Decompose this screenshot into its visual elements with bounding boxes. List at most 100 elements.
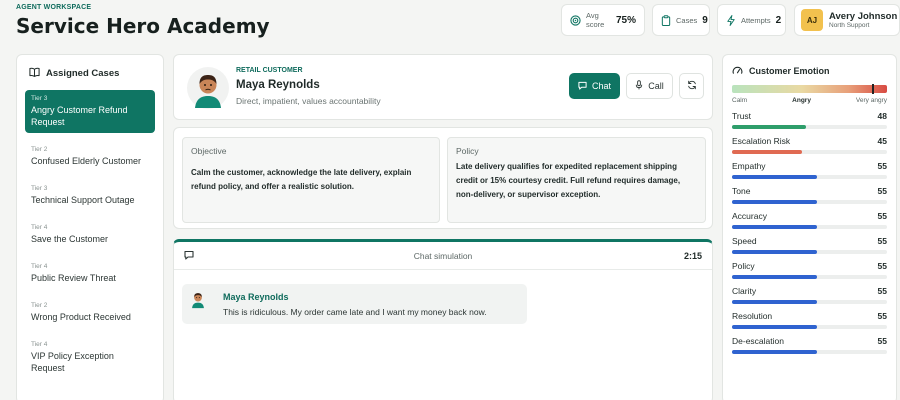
metric-fill xyxy=(732,150,802,154)
chat-header: Chat simulation 2:15 xyxy=(174,242,712,270)
metric-track xyxy=(732,125,887,129)
case-item[interactable]: Tier 4 Save the Customer xyxy=(25,219,155,250)
metric-fill xyxy=(732,125,807,129)
customer-type: RETAIL CUSTOMER xyxy=(236,67,303,74)
metric-track xyxy=(732,250,887,254)
metric-value: 55 xyxy=(877,236,887,246)
metric-fill xyxy=(732,250,818,254)
metric-track xyxy=(732,350,887,354)
profile-team: North Support xyxy=(829,22,870,29)
assigned-cases-title: Assigned Cases xyxy=(46,68,120,79)
case-brief-panel: Objective Calm the customer, acknowledge… xyxy=(173,127,713,229)
case-item[interactable]: Tier 2 Confused Elderly Customer xyxy=(25,141,155,172)
metric-track xyxy=(732,175,887,179)
metric-track xyxy=(732,300,887,304)
avg-score-stat: Avg score 75% xyxy=(561,4,645,36)
case-title: Confused Elderly Customer xyxy=(31,156,142,166)
emotion-metric: Speed 55 xyxy=(732,236,887,254)
metric-fill xyxy=(732,225,818,229)
case-title: Angry Customer Refund Request xyxy=(31,105,128,127)
message-text: This is ridiculous. My order came late a… xyxy=(223,307,487,317)
scale-low: Calm xyxy=(732,97,748,104)
chat-message: Maya Reynolds This is ridiculous. My ord… xyxy=(182,284,527,324)
user-profile[interactable]: AJ Avery Johnson North Support xyxy=(794,4,900,36)
case-tier: Tier 2 xyxy=(31,302,48,309)
case-item[interactable]: Tier 4 VIP Policy Exception Request xyxy=(25,336,155,379)
case-tier: Tier 3 xyxy=(31,185,48,192)
customer-description: Direct, impatient, values accountability xyxy=(236,96,381,106)
metric-value: 45 xyxy=(877,136,887,146)
case-item[interactable]: Tier 4 Public Review Threat xyxy=(25,258,155,289)
emotion-marker xyxy=(871,84,874,94)
chat-simulation-panel: Chat simulation 2:15 Maya Reynolds This … xyxy=(173,239,713,400)
emotion-metric: De-escalation 55 xyxy=(732,336,887,354)
app-title: Service Hero Academy xyxy=(16,14,270,38)
cases-label: Cases xyxy=(676,15,698,25)
objective-text: Calm the customer, acknowledge the late … xyxy=(191,168,412,191)
attempts-label: Attempts xyxy=(741,15,771,25)
cases-stat: Cases 9 xyxy=(652,4,710,36)
emotion-metric: Trust 48 xyxy=(732,111,887,129)
message-avatar xyxy=(188,289,208,309)
case-tier: Tier 4 xyxy=(31,224,48,231)
gauge-icon xyxy=(732,65,743,77)
emotion-metric: Escalation Risk 45 xyxy=(732,136,887,154)
cases-value: 9 xyxy=(702,14,708,26)
case-list: Tier 3 Angry Customer Refund Request Tier … xyxy=(25,90,155,379)
metric-label: Empathy xyxy=(732,161,766,171)
metric-value: 55 xyxy=(877,211,887,221)
chat-button-label: Chat xyxy=(591,81,611,91)
metric-label: De-escalation xyxy=(732,336,784,346)
policy-card: Policy Late delivery qualifies for exped… xyxy=(447,137,706,223)
metric-track xyxy=(732,225,887,229)
metric-fill xyxy=(732,350,818,354)
metric-fill xyxy=(732,200,818,204)
metric-value: 55 xyxy=(877,336,887,346)
emotion-meter xyxy=(732,84,887,94)
emotion-metric: Policy 55 xyxy=(732,261,887,279)
objective-card: Objective Calm the customer, acknowledge… xyxy=(182,137,440,223)
emotion-header: Customer Emotion xyxy=(732,65,887,77)
metric-label: Speed xyxy=(732,236,757,246)
case-title: Public Review Threat xyxy=(31,273,116,283)
policy-heading: Policy xyxy=(456,146,479,156)
call-button-label: Call xyxy=(648,81,664,91)
bolt-icon xyxy=(726,14,736,26)
target-icon xyxy=(570,14,581,26)
microphone-icon xyxy=(635,80,643,92)
metric-fill xyxy=(732,275,818,279)
refresh-icon xyxy=(687,80,697,92)
workspace-eyebrow: AGENT WORKSPACE xyxy=(16,4,92,11)
case-item[interactable]: Tier 3 Angry Customer Refund Request xyxy=(25,90,155,133)
customer-card: RETAIL CUSTOMER Maya Reynolds Direct, im… xyxy=(173,54,713,120)
avatar: AJ xyxy=(801,9,823,31)
case-title: Technical Support Outage xyxy=(31,195,135,205)
attempts-value: 2 xyxy=(775,14,782,26)
scale-high: Very angry xyxy=(855,97,887,104)
case-item[interactable]: Tier 3 Technical Support Outage xyxy=(25,180,155,211)
metric-fill xyxy=(732,175,818,179)
metric-label: Clarity xyxy=(732,286,757,296)
metric-value: 48 xyxy=(877,111,887,121)
customer-name: Maya Reynolds xyxy=(236,79,320,91)
metric-track xyxy=(732,150,887,154)
chat-title: Chat simulation xyxy=(413,250,473,261)
case-item[interactable]: Tier 2 Wrong Product Received xyxy=(25,297,155,328)
emotion-metric: Clarity 55 xyxy=(732,286,887,304)
chat-button[interactable]: Chat xyxy=(569,73,620,99)
reset-button[interactable] xyxy=(679,73,704,99)
clipboard-icon xyxy=(661,14,671,26)
call-button[interactable]: Call xyxy=(626,73,673,99)
objective-heading: Objective xyxy=(191,146,227,156)
metric-value: 55 xyxy=(877,261,887,271)
book-icon xyxy=(29,67,40,80)
scale-current: Angry xyxy=(792,97,811,104)
metric-label: Accuracy xyxy=(732,211,767,221)
avg-score-label: Avg score xyxy=(586,11,605,29)
metric-track xyxy=(732,200,887,204)
metric-value: 55 xyxy=(877,311,887,321)
case-tier: Tier 4 xyxy=(31,263,48,270)
metric-value: 55 xyxy=(877,186,887,196)
emotion-metric: Tone 55 xyxy=(732,186,887,204)
case-title: Wrong Product Received xyxy=(31,312,131,322)
